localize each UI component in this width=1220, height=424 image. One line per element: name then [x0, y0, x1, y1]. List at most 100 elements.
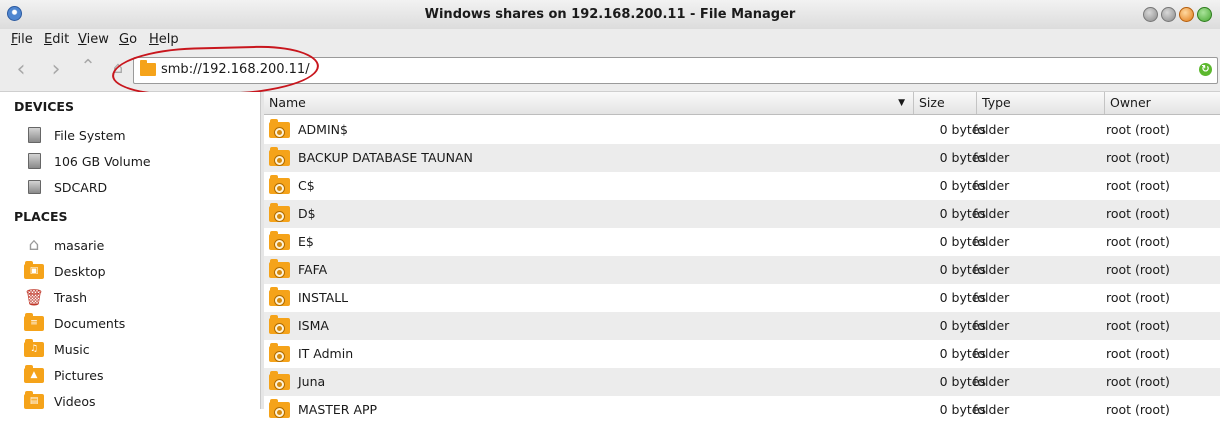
sidebar-item-label: Videos: [54, 393, 96, 409]
file-owner: root (root): [1106, 346, 1170, 361]
location-bar[interactable]: smb://192.168.200.11/ ↻: [133, 57, 1218, 84]
sidebar-item-pictures[interactable]: ▲ Pictures: [24, 364, 104, 386]
file-name: D$: [298, 206, 316, 221]
column-header-row: Name ▼ Size Type Owner: [264, 92, 1220, 115]
menu-view[interactable]: View: [78, 32, 109, 47]
shared-folder-icon: [269, 399, 290, 418]
back-arrow-icon[interactable]: ‹: [9, 59, 33, 83]
shared-folder-icon: [269, 203, 290, 222]
column-header-type[interactable]: Type: [977, 92, 1105, 114]
sidebar-item-documents[interactable]: ≡ Documents: [24, 312, 125, 334]
table-row[interactable]: E$ 0 bytes folder root (root): [264, 228, 1220, 256]
file-type: folder: [973, 290, 1010, 305]
sidebar-item-label: File System: [54, 127, 126, 143]
home-icon: ⌂: [28, 235, 40, 255]
sidebar-item-music[interactable]: ♫ Music: [24, 338, 90, 360]
folder-icon: [140, 60, 156, 76]
sort-descending-icon: ▼: [898, 98, 905, 108]
menu-file[interactable]: File: [11, 32, 33, 47]
sidebar-heading-devices: DEVICES: [14, 99, 74, 114]
sidebar-item-label: 106 GB Volume: [54, 153, 151, 169]
file-owner: root (root): [1106, 234, 1170, 249]
file-type: folder: [973, 262, 1010, 277]
menu-go[interactable]: Go: [119, 32, 137, 47]
table-row[interactable]: INSTALL 0 bytes folder root (root): [264, 284, 1220, 312]
sidebar: DEVICES File System 106 GB Volume SDCARD…: [4, 92, 261, 409]
menu-bar: File Edit View Go Help: [0, 29, 1220, 51]
file-name: INSTALL: [298, 290, 349, 305]
file-type: folder: [973, 178, 1010, 193]
close-button[interactable]: [1197, 7, 1212, 22]
table-row[interactable]: C$ 0 bytes folder root (root): [264, 172, 1220, 200]
table-row[interactable]: ADMIN$ 0 bytes folder root (root): [264, 116, 1220, 144]
sidebar-item-sdcard[interactable]: SDCARD: [24, 176, 107, 198]
menu-edit[interactable]: Edit: [44, 32, 69, 47]
sidebar-item-home[interactable]: ⌂ masarie: [24, 234, 105, 256]
sidebar-item-volume[interactable]: 106 GB Volume: [24, 150, 151, 172]
pictures-folder-icon: ▲: [24, 364, 44, 384]
sidebar-item-label: Music: [54, 341, 90, 357]
file-owner: root (root): [1106, 150, 1170, 165]
trash-icon: 🗑: [23, 287, 45, 307]
file-owner: root (root): [1106, 178, 1170, 193]
column-header-label: Name: [269, 95, 306, 110]
file-type: folder: [973, 402, 1010, 417]
file-type: folder: [973, 318, 1010, 333]
file-type: folder: [973, 346, 1010, 361]
file-type: folder: [973, 122, 1010, 137]
file-name: ADMIN$: [298, 122, 348, 137]
column-header-owner[interactable]: Owner: [1105, 92, 1220, 114]
maximize-button[interactable]: [1179, 7, 1194, 22]
drive-icon: [24, 126, 44, 144]
sdcard-icon: [24, 178, 44, 196]
table-row[interactable]: Juna 0 bytes folder root (root): [264, 368, 1220, 396]
shared-folder-icon: [269, 343, 290, 362]
file-owner: root (root): [1106, 402, 1170, 417]
sidebar-item-label: masarie: [54, 237, 105, 253]
home-icon[interactable]: ⌂: [106, 57, 130, 81]
file-list: Name ▼ Size Type Owner ADMIN$ 0 bytes fold…: [264, 92, 1220, 418]
table-row[interactable]: FAFA 0 bytes folder root (root): [264, 256, 1220, 284]
table-row[interactable]: ISMA 0 bytes folder root (root): [264, 312, 1220, 340]
window-title: Windows shares on 192.168.200.11 - File …: [424, 7, 796, 22]
file-name: MASTER APP: [298, 402, 378, 417]
shared-folder-icon: [269, 147, 290, 166]
shared-folder-icon: [269, 231, 290, 250]
column-header-name[interactable]: Name ▼: [264, 92, 914, 114]
location-path[interactable]: smb://192.168.200.11/: [161, 62, 310, 77]
shared-folder-icon: [269, 175, 290, 194]
file-type: folder: [973, 234, 1010, 249]
reload-icon[interactable]: ↻: [1199, 63, 1212, 76]
music-folder-icon: ♫: [24, 338, 44, 358]
forward-arrow-icon[interactable]: ›: [44, 59, 68, 83]
file-owner: root (root): [1106, 122, 1170, 137]
table-row[interactable]: MASTER APP 0 bytes folder root (root): [264, 396, 1220, 424]
file-type: folder: [973, 150, 1010, 165]
sidebar-item-desktop[interactable]: ▣ Desktop: [24, 260, 106, 282]
sidebar-item-trash[interactable]: 🗑 Trash: [24, 286, 87, 308]
videos-folder-icon: ▤: [24, 390, 44, 410]
desktop-folder-icon: ▣: [24, 260, 44, 280]
table-row[interactable]: D$ 0 bytes folder root (root): [264, 200, 1220, 228]
menu-help[interactable]: Help: [149, 32, 179, 47]
file-type: folder: [973, 374, 1010, 389]
sidebar-item-label: SDCARD: [54, 179, 108, 195]
shared-folder-icon: [269, 315, 290, 334]
table-row[interactable]: BACKUP DATABASE TAUNAN 0 bytes folder root …: [264, 144, 1220, 172]
parent-folder-icon[interactable]: ⌃: [76, 56, 100, 80]
shade-button[interactable]: [1161, 7, 1176, 22]
file-name: IT Admin: [298, 346, 354, 361]
shared-folder-icon: [269, 119, 290, 138]
sidebar-item-label: Documents: [54, 315, 126, 331]
sidebar-heading-places: PLACES: [14, 209, 68, 224]
file-name: Juna: [298, 374, 326, 389]
title-bar: Windows shares on 192.168.200.11 - File …: [0, 0, 1220, 30]
file-type: folder: [973, 206, 1010, 221]
minimize-button[interactable]: [1143, 7, 1158, 22]
table-row[interactable]: IT Admin 0 bytes folder root (root): [264, 340, 1220, 368]
column-header-size[interactable]: Size: [914, 92, 977, 114]
sidebar-item-label: Pictures: [54, 367, 104, 383]
sidebar-item-label: Trash: [54, 289, 88, 305]
sidebar-item-file-system[interactable]: File System: [24, 124, 126, 146]
file-owner: root (root): [1106, 206, 1170, 221]
